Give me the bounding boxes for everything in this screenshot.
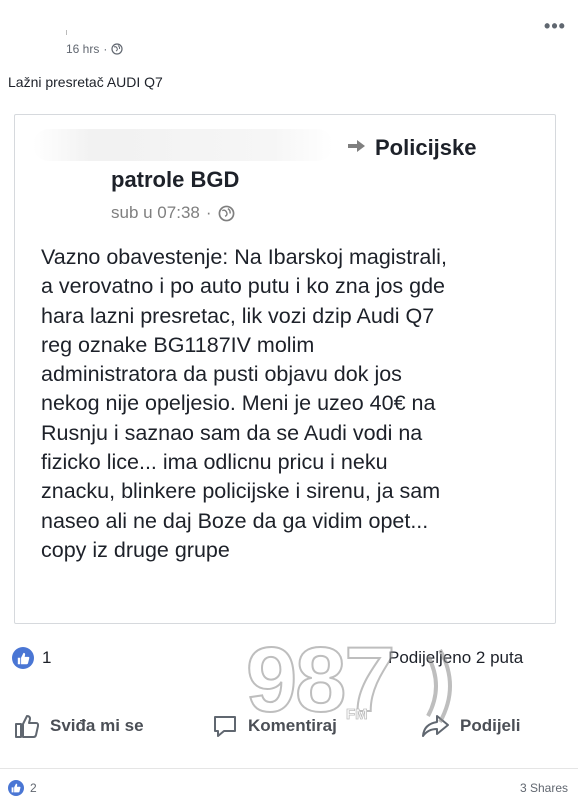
- more-options-button[interactable]: •••: [542, 14, 568, 38]
- like-button[interactable]: Sviđa mi se: [14, 708, 144, 744]
- post-shares-count[interactable]: 3 Shares: [520, 781, 568, 795]
- more-options-icon: •••: [544, 15, 566, 36]
- shared-post-meta: sub u 07:38 ·: [111, 203, 235, 223]
- thumbs-up-icon: [17, 652, 29, 664]
- action-bar: Sviđa mi se Komentiraj Podijeli: [0, 702, 578, 750]
- author-name-placeholder: [66, 30, 67, 35]
- shared-shares-count[interactable]: Podijeljeno 2 puta: [388, 648, 523, 668]
- group-name-line2[interactable]: patrole BGD: [111, 167, 239, 193]
- post-like-count[interactable]: 2: [30, 781, 37, 795]
- thumbs-up-icon: [15, 715, 40, 738]
- share-button-label: Podijeli: [460, 716, 521, 735]
- shared-post-body: Vazno obavestenje: Na Ibarskoj magistral…: [41, 245, 447, 562]
- blurred-author-name: [33, 129, 333, 161]
- post-text: Lažni presretač AUDI Q7: [8, 74, 163, 90]
- post-header: 16 hrs · •••: [0, 0, 578, 66]
- like-button-label: Sviđa mi se: [50, 716, 144, 735]
- comment-button[interactable]: Komentiraj: [212, 708, 337, 744]
- shared-arrow-icon: [348, 140, 365, 152]
- like-reaction-badge[interactable]: [12, 647, 34, 669]
- shared-like-count[interactable]: 1: [42, 648, 51, 668]
- post-footer: 2 3 Shares: [0, 778, 578, 802]
- shared-reactions-row: 1 Podijeljeno 2 puta: [0, 640, 578, 676]
- thumbs-up-icon: [11, 783, 21, 793]
- post-time[interactable]: 16 hrs: [66, 42, 99, 56]
- comment-icon: [214, 716, 236, 737]
- like-reaction-badge[interactable]: [8, 780, 24, 796]
- globe-icon[interactable]: [111, 43, 123, 55]
- footer-divider: [0, 768, 578, 769]
- shared-post-card[interactable]: Policijske patrole BGD sub u 07:38 · Vaz…: [14, 114, 556, 624]
- share-icon: [422, 715, 449, 737]
- share-button[interactable]: Podijeli: [420, 708, 520, 744]
- meta-separator: ·: [103, 42, 108, 56]
- group-name-line1[interactable]: Policijske: [375, 135, 477, 161]
- post-meta: 16 hrs ·: [66, 42, 123, 56]
- comment-button-label: Komentiraj: [248, 716, 337, 735]
- globe-icon: [218, 205, 234, 221]
- shared-post-time[interactable]: sub u 07:38: [111, 203, 200, 223]
- shared-meta-separator: ·: [205, 203, 212, 222]
